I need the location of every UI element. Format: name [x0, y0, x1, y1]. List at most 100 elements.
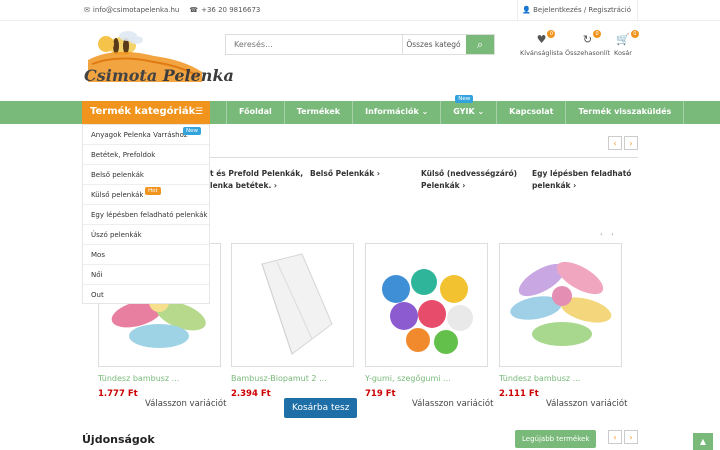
dropdown-item-inserts[interactable]: Betétek, Prefoldok	[83, 145, 209, 165]
hamburger-icon: ☰	[194, 107, 203, 117]
chevron-right-icon: ›	[573, 181, 577, 190]
nav-item-info[interactable]: Információk ⌄	[353, 101, 442, 124]
choose-variation-link[interactable]: Válasszon variációt	[145, 399, 226, 409]
chevron-down-icon: ⌄	[477, 107, 485, 116]
chevron-right-icon: ›	[376, 169, 380, 178]
product-price: 1.777 Ft	[98, 389, 138, 399]
new-badge: New	[183, 127, 201, 135]
subcategory-outer[interactable]: Külső (nedvességzáró) Pelenkák ›	[421, 168, 517, 192]
product-card[interactable]: Y-gumi, szegőgumi ... 719 Ft Válasszon v…	[365, 243, 493, 409]
subcategory-inserts[interactable]: t és Prefold Pelenkák, lenka betétek. ›	[210, 168, 303, 192]
product-name[interactable]: Bambusz-Biopamut 2 ...	[231, 374, 355, 383]
product-name[interactable]: Tündesz bambusz ...	[499, 374, 623, 383]
nav-item-faq[interactable]: New GYIK ⌄	[441, 95, 498, 124]
contact-info: ✉ info@csimotapelenka.hu ☎ +36 20 981667…	[84, 6, 260, 14]
cart-link[interactable]: 🛒 0 Kosár	[614, 30, 639, 57]
add-to-cart-button[interactable]: Kosárba tesz	[284, 398, 358, 418]
hot-badge: Hot	[145, 187, 161, 195]
product-slider-arrows: ‹ ›	[597, 230, 617, 239]
dropdown-item-washing[interactable]: Mos	[83, 245, 209, 265]
product-name[interactable]: Tündesz bambusz ...	[98, 374, 222, 383]
dropdown-item-sewing-materials[interactable]: Anyagok Pelenka Varráshoz New	[83, 125, 209, 145]
phone-text: +36 20 9816673	[201, 6, 261, 14]
arrow-right-icon[interactable]: ›	[624, 430, 638, 444]
new-products-heading: Újdonságok	[82, 433, 155, 446]
nav-item-products[interactable]: Termékek	[285, 101, 354, 124]
search-button[interactable]: ⌕	[466, 35, 494, 54]
choose-variation-link[interactable]: Válasszon variációt	[546, 399, 627, 409]
user-icon: 👤	[522, 6, 531, 14]
chevron-right-icon: ›	[462, 181, 466, 190]
compare-link[interactable]: ↻ 0 Összehasonlít	[565, 30, 611, 57]
dropdown-item-all-in-one[interactable]: Egy lépésben feladható pelenkák	[83, 205, 209, 225]
main-nav: Termék kategóriák ☰ Főoldal Termékek Inf…	[0, 95, 720, 124]
compare-label: Összehasonlít	[565, 49, 611, 57]
envelope-icon: ✉	[84, 6, 90, 14]
dropdown-item-swim-diapers[interactable]: Úszó pelenkák	[83, 225, 209, 245]
category-dropdown: Anyagok Pelenka Varráshoz New Betétek, P…	[82, 124, 210, 304]
category-menu-button[interactable]: Termék kategóriák ☰	[82, 101, 210, 124]
email-contact[interactable]: ✉ info@csimotapelenka.hu	[84, 6, 179, 14]
arrow-left-icon[interactable]: ‹	[608, 136, 622, 150]
subcategory-line2: pelenkák	[532, 181, 571, 190]
dropdown-item-outlet[interactable]: Out	[83, 285, 209, 305]
product-card[interactable]: Tündesz bambusz ... 2.111 Ft Válasszon v…	[499, 243, 627, 409]
search-category-select[interactable]: Összes kategó	[402, 35, 466, 54]
product-image[interactable]	[231, 243, 354, 367]
latest-products-button[interactable]: Legújabb termékek	[515, 430, 597, 448]
cart-label: Kosár	[614, 49, 632, 57]
search-bar: Összes kategó ⌕	[225, 34, 495, 55]
arrow-right-icon[interactable]: ›	[624, 136, 638, 150]
subcategory-line1: Belső Pelenkák	[310, 169, 375, 178]
nav-item-contact[interactable]: Kapcsolat	[497, 101, 567, 124]
subcategory-line1: Egy lépésben feladható	[532, 169, 632, 178]
logo-text-part2: Pelenka	[162, 66, 234, 85]
product-photo-pads	[510, 261, 612, 346]
chevron-down-icon: ⌄	[421, 107, 429, 116]
compare-count-badge: 0	[593, 30, 602, 38]
nav-item-home[interactable]: Főoldal	[226, 101, 285, 124]
dropdown-item-women[interactable]: Női	[83, 265, 209, 285]
section-divider	[210, 157, 638, 158]
dropdown-item-inner-diapers[interactable]: Belső pelenkák	[83, 165, 209, 185]
dropdown-item-label: Anyagok Pelenka Varráshoz	[91, 131, 188, 139]
search-icon: ⌕	[476, 37, 484, 51]
wishlist-label: Kívánságlista	[520, 49, 564, 57]
subcategory-line2: Pelenkák	[421, 181, 460, 190]
wishlist-link[interactable]: ♥ 0 Kívánságlista	[520, 30, 564, 57]
nav-item-info-label: Információk	[365, 107, 419, 116]
choose-variation-link[interactable]: Válasszon variációt	[412, 399, 493, 409]
scroll-to-top-button[interactable]: ▲	[693, 433, 713, 450]
heart-icon: ♥ 0	[537, 30, 556, 47]
site-logo[interactable]: Csimota Pelenka	[84, 30, 234, 92]
wishlist-count-badge: 0	[547, 30, 556, 38]
product-name[interactable]: Y-gumi, szegőgumi ...	[365, 374, 489, 383]
subcategory-inner[interactable]: Belső Pelenkák ›	[310, 168, 380, 180]
phone-icon: ☎	[189, 6, 199, 14]
product-card[interactable]: Bambusz-Biopamut 2 ... 2.394 Ft Kosárba …	[231, 243, 358, 418]
product-image[interactable]	[365, 243, 488, 367]
login-link[interactable]: 👤 Bejelentkezés / Regisztráció	[517, 0, 638, 21]
product-photo-bamboo-insert	[261, 253, 333, 355]
phone-contact[interactable]: ☎ +36 20 9816673	[189, 6, 260, 14]
cart-icon: 🛒 0	[616, 30, 639, 47]
subcategory-line2: lenka betétek.	[210, 181, 272, 190]
category-menu-label: Termék kategóriák	[90, 106, 196, 117]
arrow-left-icon[interactable]: ‹	[597, 230, 606, 239]
arrow-right-icon[interactable]: ›	[608, 230, 617, 239]
arrow-left-icon[interactable]: ‹	[608, 430, 622, 444]
logo-text: Csimota Pelenka	[84, 66, 234, 85]
product-price: 2.111 Ft	[499, 389, 539, 399]
nav-items: Főoldal Termékek Információk ⌄ New GYIK …	[226, 95, 685, 124]
product-photo-elastics	[382, 269, 473, 354]
dropdown-item-outer-diapers[interactable]: Külső pelenkák Hot	[83, 185, 209, 205]
logo-text-part1: Csimota	[84, 66, 158, 85]
search-input[interactable]	[226, 35, 403, 54]
new-products-slider-arrows: ‹ ›	[608, 430, 638, 444]
subcategory-all-in-one[interactable]: Egy lépésben feladható pelenkák ›	[532, 168, 631, 192]
search-category-value: Összes kategó	[406, 40, 461, 49]
new-badge: New	[455, 95, 474, 103]
product-price: 719 Ft	[365, 389, 396, 399]
product-image[interactable]	[499, 243, 622, 367]
nav-item-returns[interactable]: Termék visszaküldés	[566, 101, 685, 124]
